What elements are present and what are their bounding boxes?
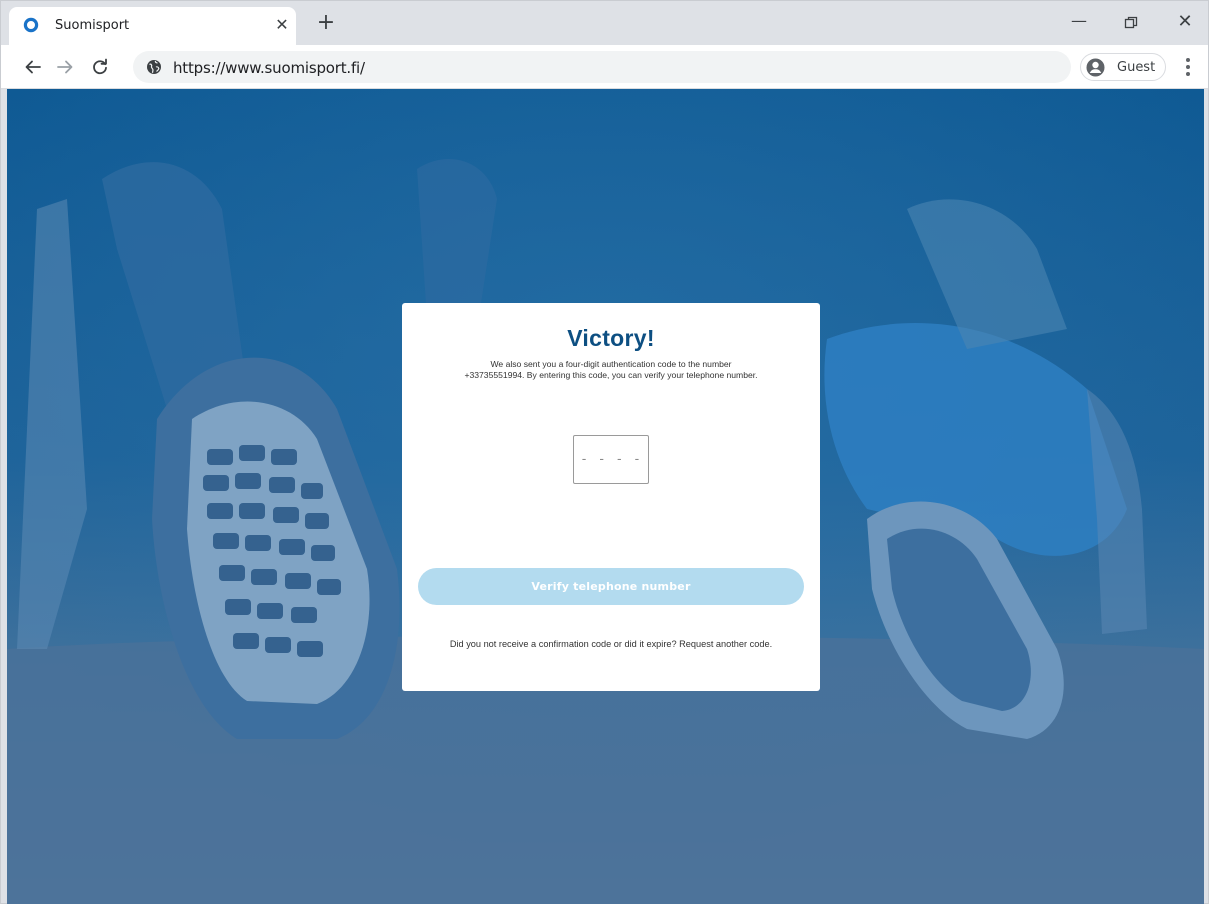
arrow-left-icon <box>25 60 41 74</box>
description-line-1: We also sent you a four-digit authentica… <box>490 359 732 369</box>
verification-code-input[interactable] <box>573 435 649 484</box>
reload-icon <box>93 58 107 75</box>
description-line-2: +33735551994. By entering this code, you… <box>464 370 758 380</box>
address-bar[interactable]: https://www.suomisport.fi/ <box>133 51 1071 83</box>
verify-telephone-button[interactable]: Verify telephone number <box>418 568 804 605</box>
new-tab-icon[interactable]: + <box>314 12 338 36</box>
forward-button[interactable] <box>51 53 79 81</box>
browser-toolbar: https://www.suomisport.fi/ Guest <box>1 45 1208 89</box>
kebab-menu-icon[interactable] <box>1178 55 1198 79</box>
tab-suomisport[interactable]: Suomisport ✕ <box>9 7 296 45</box>
suomisport-ring-icon <box>23 17 39 33</box>
page-viewport: Victory! We also sent you a four-digit a… <box>7 89 1204 904</box>
tab-close-icon[interactable]: ✕ <box>273 16 291 34</box>
account-circle-icon <box>1086 58 1105 77</box>
arrow-right-icon <box>57 60 73 74</box>
browser-window: Suomisport ✕ + — ✕ https://www.suomispor… <box>0 0 1209 904</box>
tab-strip: Suomisport ✕ + — ✕ <box>1 1 1208 45</box>
url-text[interactable]: https://www.suomisport.fi/ <box>173 59 365 77</box>
resend-code-text[interactable]: Did you not receive a confirmation code … <box>422 638 800 651</box>
card-description: We also sent you a four-digit authentica… <box>414 359 808 381</box>
window-minimize-icon[interactable]: — <box>1064 9 1094 37</box>
tab-title: Suomisport <box>55 18 130 33</box>
verification-card: Victory! We also sent you a four-digit a… <box>402 303 820 691</box>
profile-label: Guest <box>1117 60 1156 75</box>
window-close-icon[interactable]: ✕ <box>1170 9 1200 37</box>
globe-icon[interactable] <box>146 59 162 75</box>
window-restore-icon[interactable] <box>1116 15 1146 43</box>
card-title: Victory! <box>567 325 655 351</box>
profile-button[interactable]: Guest <box>1080 53 1166 81</box>
back-button[interactable] <box>19 53 47 81</box>
reload-button[interactable] <box>86 53 114 81</box>
